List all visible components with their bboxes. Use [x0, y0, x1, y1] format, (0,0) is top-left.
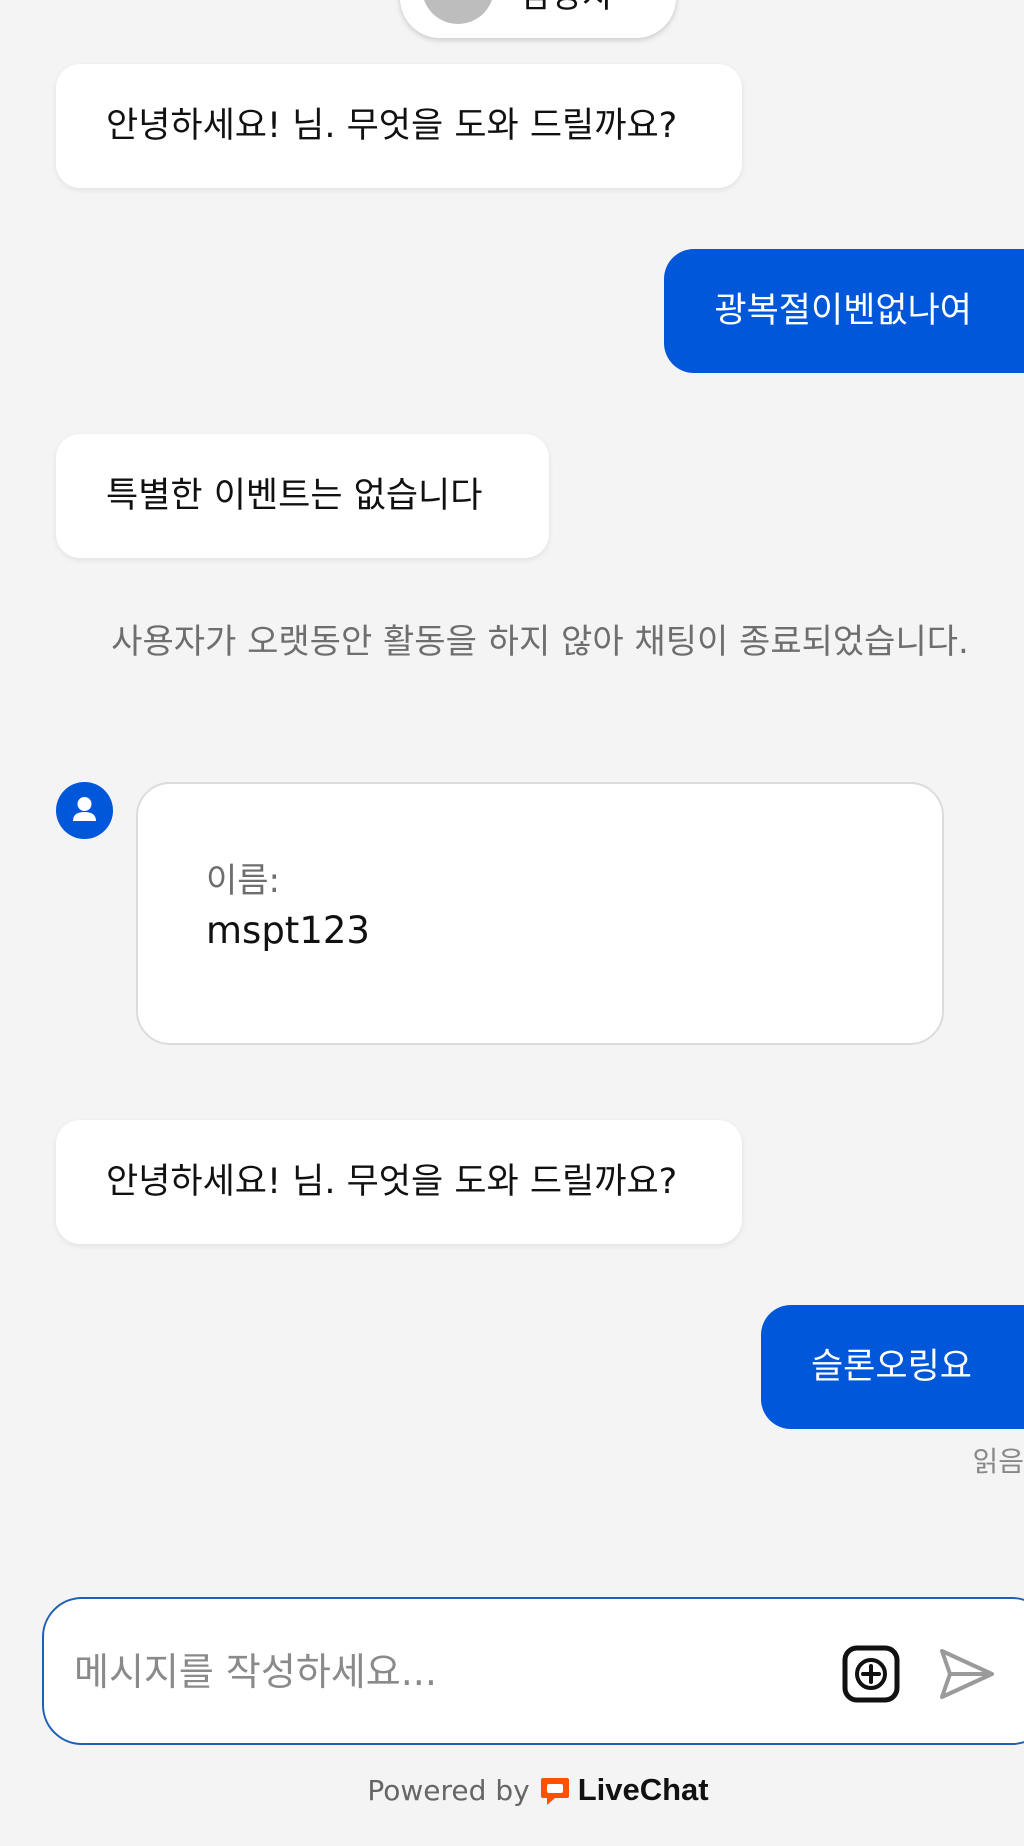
- form-field-label: 이름:: [206, 861, 281, 901]
- add-attachment-button[interactable]: [842, 1645, 900, 1703]
- prechat-form-card: 이름: mspt123: [136, 782, 944, 1045]
- livechat-brand: LiveChat: [577, 1772, 709, 1807]
- user-message: 슬론오링요: [760, 1305, 1024, 1429]
- user-message: 광복절이벤없나여: [664, 249, 1024, 373]
- plus-square-icon: [842, 1645, 900, 1703]
- user-icon: [56, 782, 113, 839]
- agent-message: 안녕하세요! 님. 무엇을 도와 드릴까요?: [56, 1120, 742, 1244]
- message-composer: [42, 1597, 1024, 1745]
- agent-message: 안녕하세요! 님. 무엇을 도와 드릴까요?: [56, 64, 742, 188]
- powered-by-text: Powered by: [367, 1774, 530, 1807]
- agent-name: 담당자: [520, 0, 614, 17]
- system-notice: 사용자가 오랫동안 활동을 하지 않아 채팅이 종료되었습니다.: [111, 622, 969, 662]
- form-field-value: mspt123: [206, 909, 370, 952]
- send-icon: [940, 1649, 994, 1699]
- read-status: 읽음: [972, 1445, 1024, 1478]
- powered-by-footer[interactable]: Powered by LiveChat: [0, 1772, 1024, 1815]
- send-button[interactable]: [936, 1643, 998, 1705]
- person-avatar-icon: [422, 0, 494, 24]
- chat-window: 담당자 안녕하세요! 님. 무엇을 도와 드릴까요? 광복절이벤없나여 특별한 …: [0, 0, 1024, 1846]
- agent-header[interactable]: 담당자: [400, 0, 676, 38]
- agent-message: 특별한 이벤트는 없습니다: [56, 434, 549, 558]
- message-input[interactable]: [72, 1635, 816, 1709]
- livechat-logo-icon: [538, 1774, 572, 1815]
